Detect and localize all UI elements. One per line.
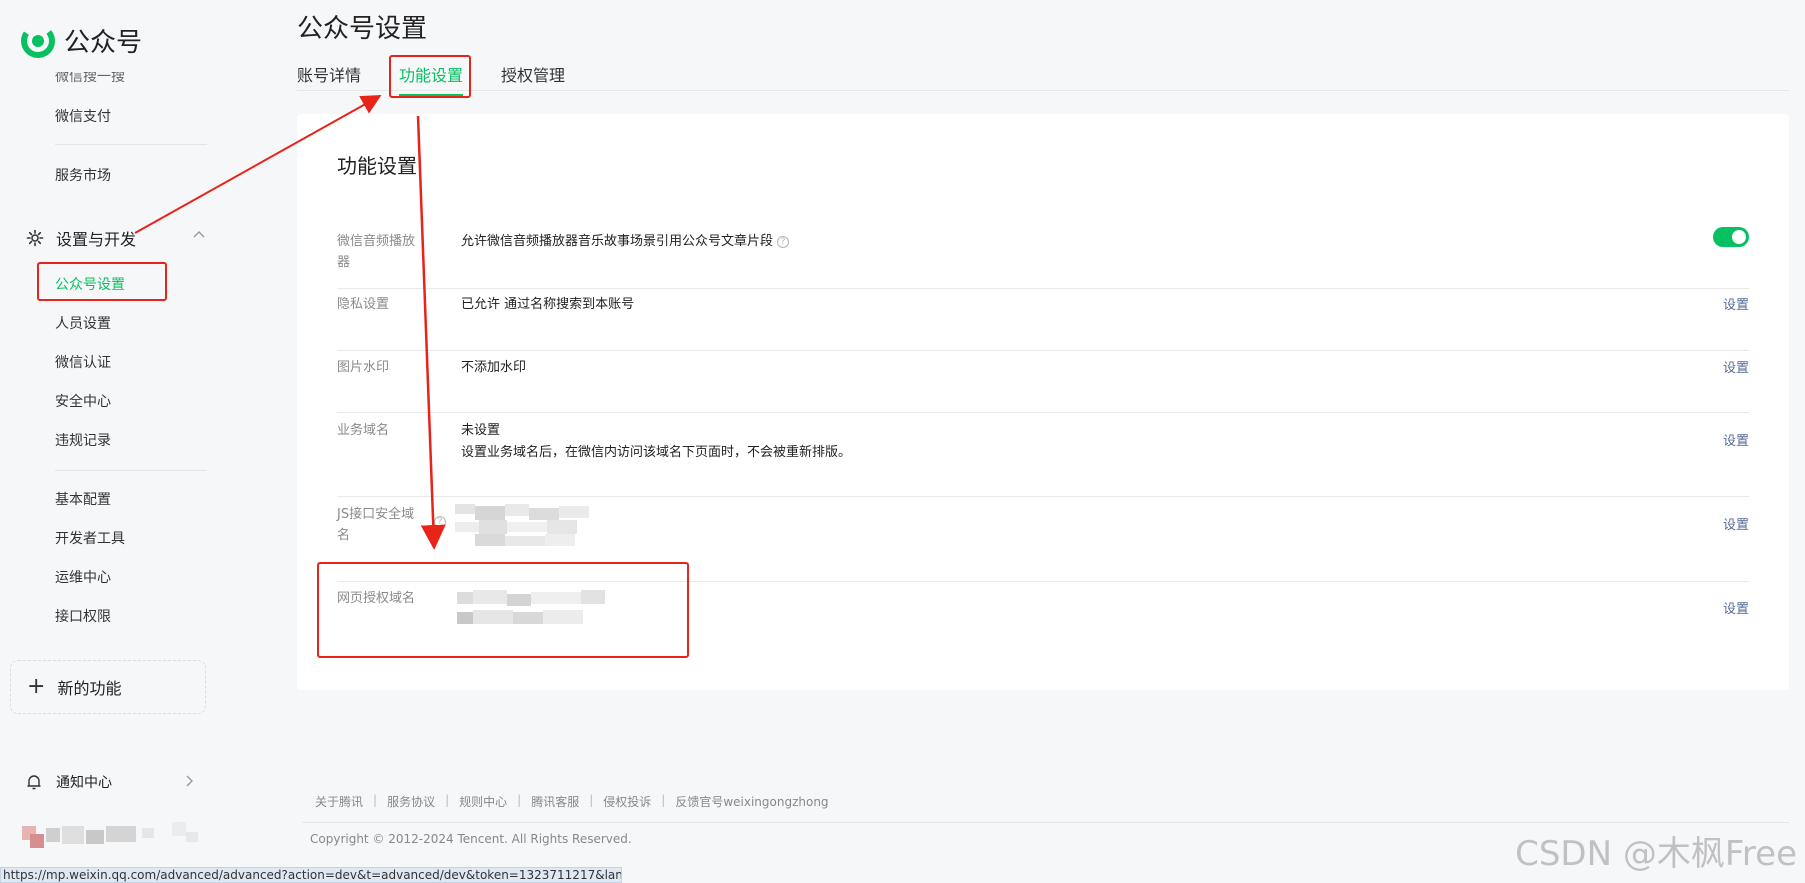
footer-link-support[interactable]: 腾讯客服	[531, 793, 579, 810]
sidebar-item-developer-tools[interactable]: 开发者工具	[55, 528, 125, 548]
setting-label: 隐私设置	[337, 297, 390, 312]
page-title: 公众号设置	[297, 14, 428, 44]
annotation-box-auth-domain	[317, 562, 689, 658]
setting-description: 设置业务域名后，在微信内访问该域名下页面时，不会被重新排版。	[461, 445, 852, 460]
chevron-up-icon[interactable]	[192, 229, 206, 239]
chevron-right-icon	[186, 775, 193, 787]
js-domain-settings-link[interactable]: 设置	[1723, 514, 1749, 533]
card-title: 功能设置	[337, 154, 417, 178]
account-avatar[interactable]	[22, 822, 198, 852]
sidebar-item-security-center[interactable]: 安全中心	[55, 391, 111, 411]
new-feature-label: 新的功能	[57, 679, 122, 698]
footer-link-rules[interactable]: 规则中心	[459, 793, 507, 810]
setting-row-privacy: 隐私设置 已允许 通过名称搜索到本账号 设置	[337, 294, 1749, 351]
audio-player-toggle[interactable]	[1713, 227, 1749, 247]
sidebar-section-label: 设置与开发	[56, 230, 137, 249]
sidebar-item-basic-config[interactable]: 基本配置	[55, 489, 111, 509]
help-icon[interactable]: ?	[777, 235, 790, 248]
sidebar-item-weixin-search[interactable]: 微信搜一搜	[55, 72, 125, 86]
csdn-watermark: CSDN @木枫Free	[1515, 834, 1797, 874]
footer-separator: |	[589, 793, 594, 807]
wechat-official-logo-icon	[21, 23, 55, 58]
plus-icon: +	[27, 674, 46, 699]
bell-icon	[27, 775, 41, 790]
redacted-domain-list	[455, 504, 589, 546]
footer-link-infringement[interactable]: 侵权投诉	[603, 793, 651, 810]
setting-label: 业务域名	[337, 423, 390, 438]
sidebar-divider	[55, 470, 207, 471]
annotation-box-tab	[389, 55, 471, 98]
privacy-settings-link[interactable]: 设置	[1723, 294, 1749, 313]
sidebar-divider	[55, 144, 207, 145]
setting-row-audio-player: 微信音频播放器 允许微信音频播放器音乐故事场景引用公众号文章片段?	[337, 227, 1749, 289]
new-feature-button[interactable]: + 新的功能	[10, 660, 206, 714]
footer-links: 关于腾讯 | 服务协议 | 规则中心 | 腾讯客服 | 侵权投诉 | 反馈官号weixin…	[315, 793, 829, 810]
sidebar-item-violation-records[interactable]: 违规记录	[55, 430, 111, 450]
watermark-settings-link[interactable]: 设置	[1723, 357, 1749, 376]
sidebar-item-ops-center[interactable]: 运维中心	[55, 567, 111, 587]
annotation-box-sidebar	[37, 262, 167, 301]
footer-separator: |	[517, 793, 522, 807]
app-logo[interactable]: 公众号	[20, 22, 142, 59]
setting-label: JS接口安全域名	[337, 507, 415, 543]
setting-row-business-domain: 业务域名 未设置 设置业务域名后，在微信内访问该域名下页面时，不会被重新排版。 …	[337, 420, 1749, 497]
browser-status-url: https://mp.weixin.qq.com/advanced/advanc…	[0, 867, 622, 883]
sidebar-section-settings-dev[interactable]: 设置与开发	[26, 226, 205, 250]
web-auth-domain-settings-link[interactable]: 设置	[1723, 598, 1749, 617]
tab-bar-divider	[297, 90, 1789, 91]
app-name: 公众号	[64, 28, 143, 58]
setting-value-wrap: 允许微信音频播放器音乐故事场景引用公众号文章片段?	[461, 231, 790, 253]
setting-value: 已允许 通过名称搜索到本账号	[461, 297, 635, 312]
business-domain-settings-link[interactable]: 设置	[1723, 430, 1749, 449]
gear-icon	[26, 229, 44, 247]
footer-divider	[302, 822, 1789, 823]
sidebar-item-service-market[interactable]: 服务市场	[55, 165, 111, 185]
footer-link-about[interactable]: 关于腾讯	[315, 793, 363, 810]
setting-row-image-watermark: 图片水印 不添加水印 设置	[337, 357, 1749, 413]
help-icon[interactable]: ?	[434, 516, 446, 528]
footer-link-terms[interactable]: 服务协议	[387, 793, 435, 810]
sidebar-item-weixin-verify[interactable]: 微信认证	[55, 352, 111, 372]
sidebar-item-weixin-pay[interactable]: 微信支付	[55, 106, 111, 126]
setting-value: 允许微信音频播放器音乐故事场景引用公众号文章片段	[461, 234, 774, 249]
setting-label: 图片水印	[337, 360, 390, 375]
footer-separator: |	[661, 793, 666, 807]
sidebar-item-member-settings[interactable]: 人员设置	[55, 313, 111, 333]
notification-center-label: 通知中心	[56, 775, 112, 791]
notification-center[interactable]: 通知中心	[26, 772, 194, 792]
setting-value: 不添加水印	[461, 360, 527, 375]
setting-label-wrap: JS接口安全域名	[337, 504, 421, 546]
footer-link-feedback[interactable]: 反馈官号weixingongzhong	[675, 793, 828, 810]
setting-value: 未设置	[461, 423, 501, 438]
footer-separator: |	[373, 793, 378, 807]
copyright: Copyright © 2012-2024 Tencent. All Right…	[310, 832, 632, 846]
sidebar-item-api-permissions[interactable]: 接口权限	[55, 606, 111, 626]
footer-separator: |	[445, 793, 450, 807]
setting-value-wrap: 未设置 设置业务域名后，在微信内访问该域名下页面时，不会被重新排版。	[461, 420, 851, 464]
setting-label: 微信音频播放器	[337, 234, 416, 270]
sidebar: 公众号 微信搜一搜 微信支付 服务市场 设置与开发 公众号设置 人员设置 微信认…	[0, 0, 222, 882]
